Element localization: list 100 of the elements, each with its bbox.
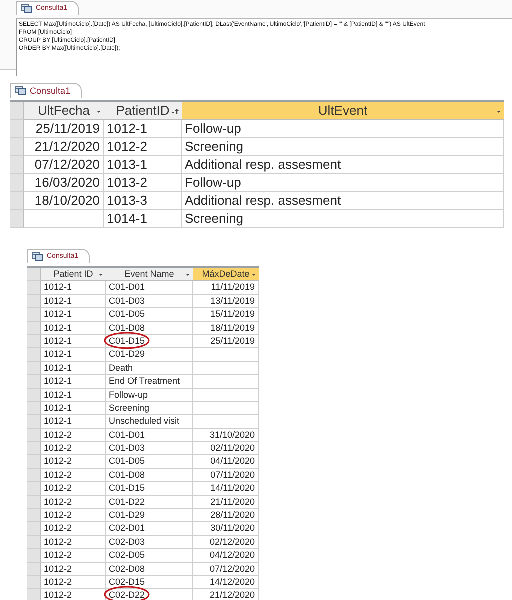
table-cell: C01-D15 (106, 482, 193, 496)
table-cell: 02/11/2020 (193, 442, 259, 456)
row-selector[interactable] (27, 536, 41, 550)
table-cell: 11/11/2019 (193, 281, 259, 295)
query-icon (15, 86, 26, 95)
row-selector[interactable] (27, 375, 41, 389)
table-cell: End Of Treatment (106, 375, 193, 389)
row-selector[interactable] (10, 138, 24, 156)
table-cell: C01-D05 (106, 308, 193, 322)
row-selector[interactable] (10, 156, 24, 174)
table-cell: 1012-2 (41, 536, 106, 550)
table-cell: C01-D29 (106, 348, 193, 362)
column-header[interactable]: Patient ID (41, 268, 106, 282)
row-selector[interactable] (27, 576, 41, 590)
table-cell: 18/10/2020 (24, 192, 104, 210)
row-selector[interactable] (10, 120, 24, 138)
empty-cell (193, 388, 259, 402)
row-selector[interactable] (27, 294, 41, 308)
row-selector[interactable] (27, 468, 41, 482)
column-header[interactable]: UltEvent (182, 102, 504, 120)
document-tab[interactable]: Consulta1 (10, 82, 82, 98)
row-selector[interactable] (27, 428, 41, 442)
table-cell: 1013-1 (104, 156, 182, 174)
empty-cell (193, 415, 259, 429)
empty-cell (193, 402, 259, 416)
table-cell: 1012-2 (41, 562, 106, 576)
table-cell: 1012-1 (41, 415, 106, 429)
table-cell: 1012-2 (104, 138, 182, 156)
table-cell: 1012-1 (41, 362, 106, 376)
table-cell: C02-D05 (106, 549, 193, 563)
table-cell: 1012-1 (104, 120, 182, 138)
column-header[interactable]: PatientID (104, 102, 182, 120)
table-cell: 02/12/2020 (193, 536, 259, 550)
table-cell: 1012-1 (41, 348, 106, 362)
table-cell: 1012-1 (41, 402, 106, 416)
row-selector[interactable] (27, 322, 41, 335)
table-cell: 21/12/2020 (193, 589, 259, 600)
table-cell: C01-D01 (106, 281, 193, 295)
table-cell: 1012-1 (41, 322, 106, 335)
table-cell: Additional resp. assesment (182, 192, 504, 210)
table-cell: 15/11/2019 (193, 308, 259, 322)
table-cell: 07/12/2020 (24, 156, 104, 174)
row-selector[interactable] (27, 388, 41, 402)
row-selector[interactable] (27, 402, 41, 416)
row-selector[interactable] (27, 549, 41, 563)
sort-icon[interactable] (172, 108, 179, 114)
table-cell: 1012-1 (41, 388, 106, 402)
query-icon (32, 252, 43, 261)
table-cell: Screening (106, 402, 193, 416)
table-cell: 1012-1 (41, 375, 106, 389)
table-cell: C01-D08 (106, 322, 193, 335)
table-cell: 1012-2 (41, 496, 106, 510)
table-cell: 1012-2 (41, 428, 106, 442)
table-cell: 1012-2 (41, 468, 106, 482)
empty-cell (193, 348, 259, 362)
row-selector[interactable] (27, 334, 41, 348)
column-header[interactable]: Event Name (106, 268, 193, 282)
table-cell: 07/11/2020 (193, 468, 259, 482)
table-cell: C01-D05 (106, 455, 193, 469)
row-selector[interactable] (10, 102, 24, 120)
table-cell: 1012-2 (41, 522, 106, 536)
row-selector[interactable] (27, 348, 41, 362)
row-selector[interactable] (10, 192, 24, 210)
table-cell: C01-D03 (106, 294, 193, 308)
table-cell: C01-D08 (106, 468, 193, 482)
table-cell: 14/12/2020 (193, 576, 259, 590)
table-cell: 1012-2 (41, 442, 106, 456)
row-selector[interactable] (27, 482, 41, 496)
table-cell: Additional resp. assesment (182, 156, 504, 174)
table-cell: C02-D01 (106, 522, 193, 536)
column-header[interactable]: MáxDeDate (193, 268, 259, 282)
row-selector[interactable] (27, 522, 41, 536)
table-cell: 25/11/2019 (24, 120, 104, 138)
row-selector[interactable] (27, 496, 41, 510)
row-selector[interactable] (27, 509, 41, 522)
table-cell: 1013-3 (104, 192, 182, 210)
row-selector[interactable] (27, 268, 41, 282)
table-cell: C02-D22 (106, 589, 193, 600)
row-selector[interactable] (27, 308, 41, 322)
row-selector[interactable] (27, 415, 41, 429)
table-cell: 31/10/2020 (193, 428, 259, 442)
row-selector[interactable] (27, 362, 41, 376)
table-cell: C01-D22 (106, 496, 193, 510)
table-cell: 1012-1 (41, 281, 106, 295)
table-cell: 1012-2 (41, 455, 106, 469)
row-selector[interactable] (27, 562, 41, 576)
row-selector[interactable] (27, 442, 41, 456)
table-cell: C02-D15 (106, 576, 193, 590)
table-cell: Follow-up (106, 388, 193, 402)
table-cell: 1012-1 (41, 308, 106, 322)
table-cell: 30/11/2020 (193, 522, 259, 536)
table-cell: 16/03/2020 (24, 174, 104, 192)
row-selector[interactable] (10, 174, 24, 192)
row-selector[interactable] (10, 210, 24, 228)
row-selector[interactable] (27, 589, 41, 600)
row-selector[interactable] (27, 281, 41, 295)
table-cell: Screening (182, 138, 504, 156)
empty-cell (193, 375, 259, 389)
row-selector[interactable] (27, 455, 41, 469)
column-header[interactable]: UltFecha (24, 102, 104, 120)
